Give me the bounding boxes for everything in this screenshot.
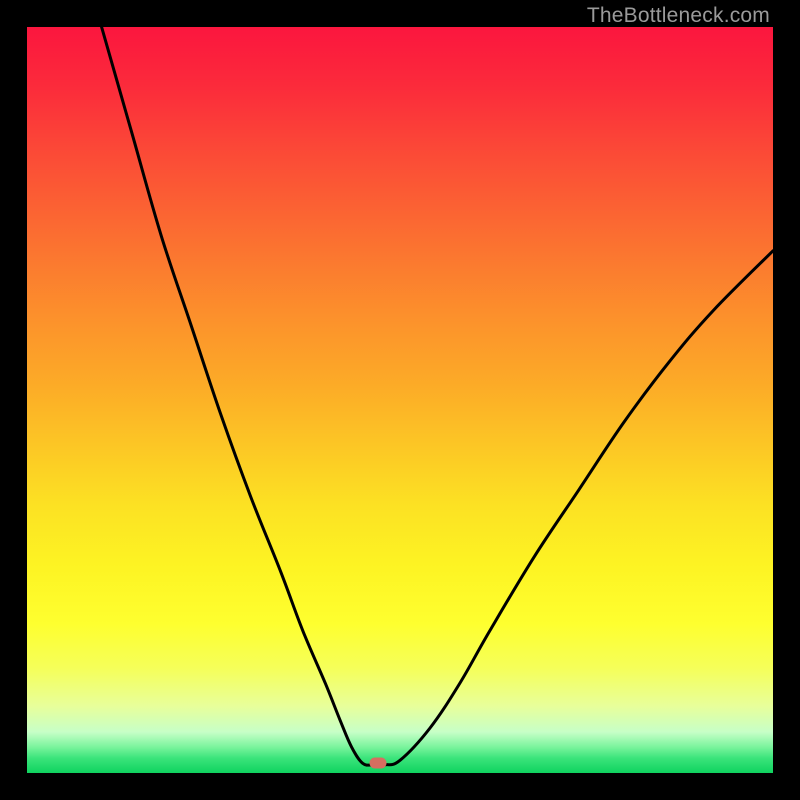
plot-area — [27, 27, 773, 773]
optimal-point-marker — [369, 758, 386, 769]
bottleneck-curve — [27, 27, 773, 773]
watermark-text: TheBottleneck.com — [587, 4, 770, 28]
chart-frame: TheBottleneck.com — [0, 0, 800, 800]
